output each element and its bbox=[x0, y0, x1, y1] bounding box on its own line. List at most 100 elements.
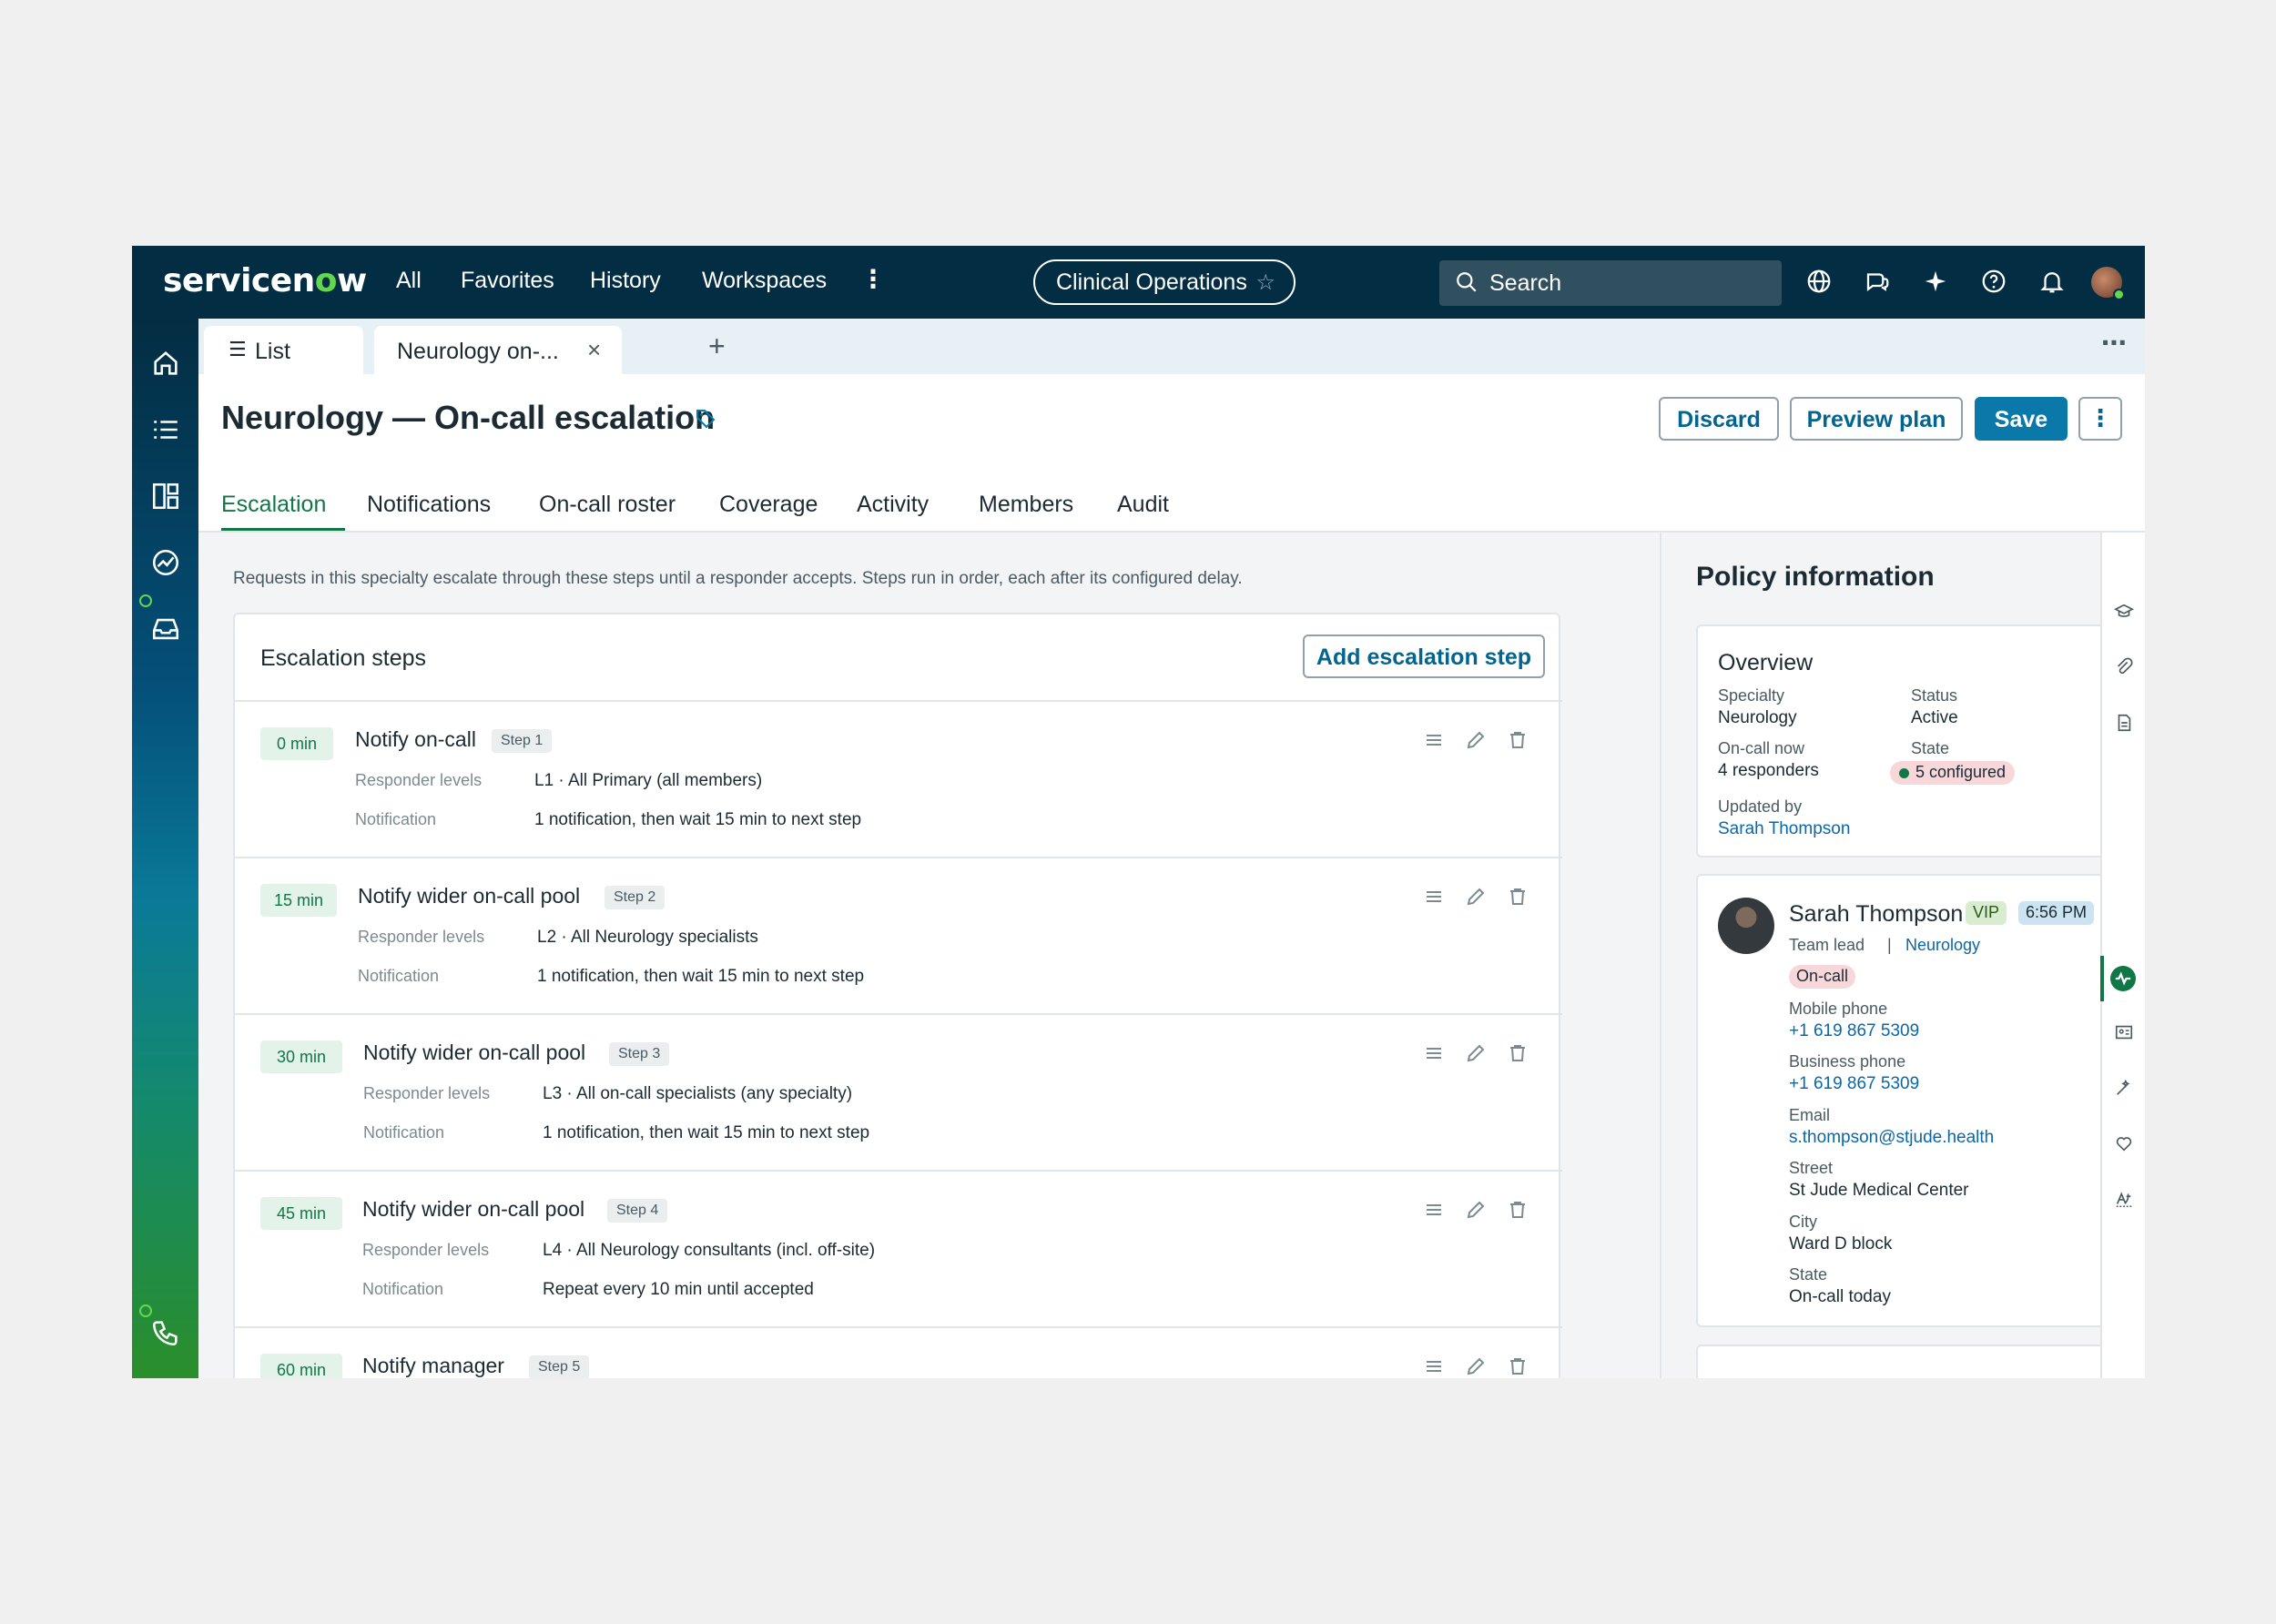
analytics-icon[interactable] bbox=[150, 547, 181, 578]
trash-icon[interactable] bbox=[1507, 729, 1529, 751]
workspace-switcher[interactable]: Clinical Operations ☆ bbox=[1033, 259, 1295, 305]
workspace-label: Clinical Operations bbox=[1056, 269, 1247, 295]
add-tab-icon[interactable]: + bbox=[708, 330, 726, 363]
trash-icon[interactable] bbox=[1507, 1355, 1529, 1377]
edit-icon[interactable] bbox=[1465, 729, 1487, 751]
drag-handle-icon[interactable] bbox=[1423, 1199, 1445, 1221]
edit-icon[interactable] bbox=[1465, 1042, 1487, 1064]
step-delay-badge: 60 min bbox=[260, 1354, 342, 1378]
help-icon[interactable] bbox=[1980, 268, 2007, 295]
nav-favorites[interactable]: Favorites bbox=[461, 268, 554, 294]
step-number-badge: Step 2 bbox=[605, 886, 666, 909]
contact-card: Sarah Thompson VIP 6:56 PM Team lead | N… bbox=[1696, 874, 2111, 1327]
role-separator: | bbox=[1887, 936, 1892, 954]
nav-more-icon[interactable]: ⋮ bbox=[860, 264, 886, 294]
left-rail bbox=[132, 319, 198, 1378]
tab-list[interactable]: ☰ List bbox=[204, 326, 363, 374]
heart-icon[interactable] bbox=[2114, 1133, 2134, 1153]
drag-handle-icon[interactable] bbox=[1423, 1042, 1445, 1064]
activity-pulse-icon[interactable] bbox=[2110, 966, 2136, 991]
home-icon[interactable] bbox=[150, 348, 181, 379]
tab-escalation[interactable]: Escalation bbox=[221, 492, 326, 518]
tab-activity[interactable]: Activity bbox=[857, 492, 929, 518]
updated-by-link[interactable]: Sarah Thompson bbox=[1718, 819, 1850, 839]
business-label: Business phone bbox=[1789, 1052, 1906, 1071]
business-phone-link[interactable]: +1 619 867 5309 bbox=[1789, 1074, 1919, 1094]
step-delay-badge: 45 min bbox=[260, 1197, 342, 1230]
preview-plan-button[interactable]: Preview plan bbox=[1790, 397, 1963, 441]
chat-icon[interactable] bbox=[1864, 268, 1891, 295]
sparkle-icon[interactable] bbox=[1922, 268, 1949, 295]
online-status-dot bbox=[2113, 289, 2125, 300]
responder-levels-label: Responder levels bbox=[362, 1241, 490, 1259]
document-icon[interactable] bbox=[2114, 713, 2134, 733]
translate-icon[interactable] bbox=[2114, 1189, 2134, 1209]
tab-audit[interactable]: Audit bbox=[1117, 492, 1169, 518]
contact-card-icon[interactable] bbox=[2114, 1022, 2134, 1042]
tab-coverage[interactable]: Coverage bbox=[719, 492, 818, 518]
step-title: Notify wider on-call pool bbox=[363, 1040, 586, 1064]
servicenow-logo[interactable]: servicenow bbox=[163, 262, 367, 299]
edit-icon[interactable] bbox=[1465, 1199, 1487, 1221]
main-content: Requests in this specialty escalate thro… bbox=[198, 533, 1660, 1378]
save-button[interactable]: Save bbox=[1975, 397, 2068, 441]
edit-icon[interactable] bbox=[1465, 886, 1487, 908]
tag-icon[interactable] bbox=[695, 408, 716, 430]
escalation-steps-card: Escalation steps Add escalation step 0 m… bbox=[233, 613, 1562, 1378]
bell-icon[interactable] bbox=[2038, 268, 2066, 295]
user-avatar[interactable] bbox=[2091, 267, 2125, 300]
star-icon[interactable]: ☆ bbox=[1255, 269, 1275, 296]
overview-title: Overview bbox=[1718, 650, 1814, 675]
mobile-label: Mobile phone bbox=[1789, 1000, 1888, 1018]
tab-record[interactable]: Neurology on-... × bbox=[374, 326, 622, 374]
contact-state-value: On-call today bbox=[1789, 1287, 1891, 1306]
step-title: Notify manager bbox=[362, 1354, 504, 1377]
trash-icon[interactable] bbox=[1507, 1199, 1529, 1221]
tab-on-call-roster[interactable]: On-call roster bbox=[539, 492, 676, 518]
graduation-cap-icon[interactable] bbox=[2114, 602, 2134, 622]
street-value: St Jude Medical Center bbox=[1789, 1181, 1969, 1200]
inbox-icon[interactable] bbox=[150, 614, 181, 645]
active-rail-indicator bbox=[2100, 956, 2104, 1001]
drag-handle-icon[interactable] bbox=[1423, 729, 1445, 751]
global-search[interactable]: Search bbox=[1439, 260, 1782, 306]
edit-icon[interactable] bbox=[1465, 1355, 1487, 1377]
list-icon[interactable] bbox=[150, 414, 181, 445]
responder-levels-value: L3 · All on-call specialists (any specia… bbox=[543, 1084, 853, 1103]
tab-overflow-icon[interactable]: ⋯ bbox=[2101, 328, 2127, 358]
globe-icon[interactable] bbox=[1805, 268, 1833, 295]
phone-icon[interactable] bbox=[150, 1317, 181, 1348]
nav-history[interactable]: History bbox=[590, 268, 661, 294]
step-number-badge: Step 1 bbox=[492, 729, 553, 753]
escalation-step: 15 min Notify wider on-call pool Step 2 … bbox=[235, 858, 1562, 1015]
add-escalation-step-button[interactable]: Add escalation step bbox=[1303, 634, 1545, 678]
phone-status-dot bbox=[139, 1304, 152, 1317]
trash-icon[interactable] bbox=[1507, 1042, 1529, 1064]
dashboard-icon[interactable] bbox=[150, 481, 181, 512]
nav-workspaces[interactable]: Workspaces bbox=[702, 268, 827, 294]
tab-notifications[interactable]: Notifications bbox=[367, 492, 491, 518]
email-link[interactable]: s.thompson@stjude.health bbox=[1789, 1128, 1994, 1148]
responder-levels-value: L1 · All Primary (all members) bbox=[534, 771, 763, 790]
list-tab-icon: ☰ bbox=[229, 338, 247, 360]
magic-wand-icon[interactable] bbox=[2114, 1078, 2134, 1098]
top-navigation: servicenow All Favorites History Workspa… bbox=[132, 246, 2145, 319]
drag-handle-icon[interactable] bbox=[1423, 886, 1445, 908]
contact-department-link[interactable]: Neurology bbox=[1905, 936, 1980, 955]
search-icon bbox=[1457, 272, 1477, 292]
email-label: Email bbox=[1789, 1106, 1831, 1124]
card-title: Escalation steps bbox=[260, 645, 427, 671]
more-actions-button[interactable]: ⋮ bbox=[2078, 397, 2122, 441]
step-number-badge: Step 3 bbox=[609, 1042, 670, 1066]
next-card bbox=[1696, 1345, 2111, 1378]
mobile-phone-link[interactable]: +1 619 867 5309 bbox=[1789, 1021, 1919, 1041]
nav-all[interactable]: All bbox=[396, 268, 422, 294]
drag-handle-icon[interactable] bbox=[1423, 1355, 1445, 1377]
oncall-value: 4 responders bbox=[1718, 761, 1819, 780]
close-icon[interactable]: × bbox=[587, 336, 601, 364]
tab-members[interactable]: Members bbox=[979, 492, 1073, 518]
trash-icon[interactable] bbox=[1507, 886, 1529, 908]
state-label: State bbox=[1911, 739, 1950, 757]
attachment-icon[interactable] bbox=[2114, 657, 2134, 677]
discard-button[interactable]: Discard bbox=[1659, 397, 1779, 441]
